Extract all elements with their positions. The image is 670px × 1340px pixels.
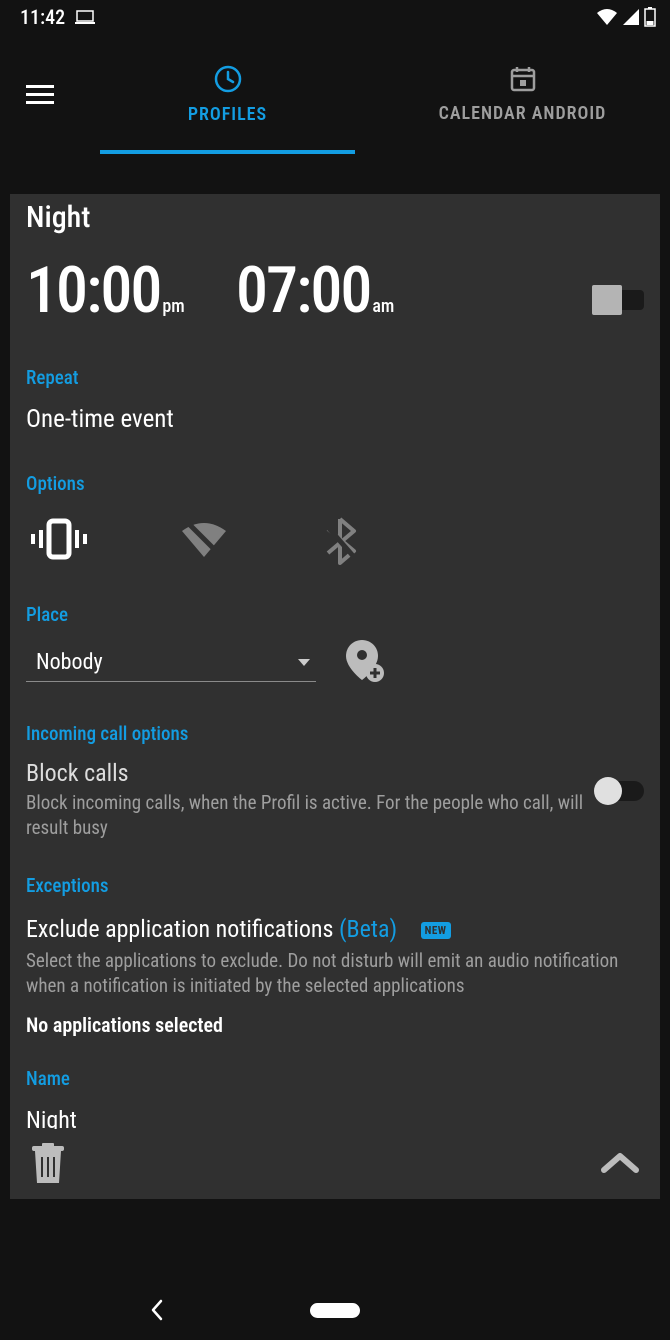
tab-profiles[interactable]: PROFILES <box>80 34 375 154</box>
exclude-apps-row[interactable]: Exclude application notifications (Beta)… <box>26 915 644 943</box>
app-bar: PROFILES CALENDAR ANDROID <box>0 34 670 154</box>
wifi-icon <box>596 8 618 26</box>
tab-calendar[interactable]: CALENDAR ANDROID <box>375 34 670 154</box>
block-calls-desc: Block incoming calls, when the Profil is… <box>26 791 584 840</box>
chevron-up-icon <box>600 1152 640 1176</box>
repeat-label: Repeat <box>26 366 644 389</box>
add-location-button[interactable] <box>346 640 384 684</box>
end-time-value: 07:00 <box>236 253 370 328</box>
end-time[interactable]: 07:00 am <box>236 253 446 328</box>
block-calls-row[interactable]: Block calls Block incoming calls, when t… <box>26 759 584 840</box>
name-label: Name <box>26 1067 644 1090</box>
incoming-call-label: Incoming call options <box>26 722 644 745</box>
start-time[interactable]: 10:00 pm <box>26 253 236 328</box>
block-calls-title: Block calls <box>26 759 584 787</box>
exclude-beta: (Beta) <box>339 915 397 943</box>
signal-icon <box>622 8 640 26</box>
exclude-title: Exclude application notifications <box>26 915 339 943</box>
end-time-suffix: am <box>370 296 394 317</box>
tabs: PROFILES CALENDAR ANDROID <box>80 34 670 154</box>
location-add-icon <box>346 640 384 684</box>
vibrate-icon[interactable] <box>30 517 88 565</box>
laptop-icon <box>75 10 95 24</box>
repeat-value[interactable]: One-time event <box>26 405 644 434</box>
start-time-suffix: pm <box>160 296 184 317</box>
options-label: Options <box>26 472 644 495</box>
menu-button[interactable] <box>0 34 80 154</box>
calendar-icon <box>509 65 537 93</box>
system-nav-bar <box>0 1280 670 1340</box>
start-time-value: 10:00 <box>26 253 160 328</box>
exclude-none: No applications selected <box>26 1013 644 1037</box>
profile-title: Night <box>26 194 644 235</box>
place-label: Place <box>26 603 644 626</box>
hamburger-icon <box>26 85 54 104</box>
name-input[interactable]: Night <box>26 1094 644 1129</box>
tab-calendar-label: CALENDAR ANDROID <box>439 103 607 124</box>
time-row: 10:00 pm 07:00 am <box>26 235 644 328</box>
trash-icon <box>30 1143 66 1185</box>
chevron-left-icon <box>150 1299 164 1321</box>
dropdown-icon <box>298 659 310 667</box>
exceptions-label: Exceptions <box>26 874 644 897</box>
profile-card: Night 10:00 pm 07:00 am Repeat One-time … <box>10 194 660 1199</box>
battery-icon <box>644 7 656 27</box>
new-badge: NEW <box>421 922 451 939</box>
place-value: Nobody <box>36 650 103 675</box>
delete-button[interactable] <box>30 1143 66 1185</box>
place-select[interactable]: Nobody <box>26 642 316 682</box>
profile-enable-toggle[interactable] <box>596 290 644 310</box>
exclude-desc: Select the applications to exclude. Do n… <box>26 949 644 998</box>
bluetooth-off-icon[interactable] <box>320 517 360 565</box>
nav-home-pill[interactable] <box>310 1303 360 1318</box>
tab-indicator <box>100 150 355 154</box>
tab-profiles-label: PROFILES <box>188 104 267 125</box>
status-time: 11:42 <box>20 5 65 29</box>
nav-back-button[interactable] <box>150 1299 164 1321</box>
clock-icon <box>213 64 243 94</box>
wifi-off-icon[interactable] <box>178 517 230 565</box>
block-calls-toggle[interactable] <box>596 759 644 801</box>
status-bar: 11:42 <box>0 0 670 34</box>
collapse-button[interactable] <box>600 1152 640 1176</box>
